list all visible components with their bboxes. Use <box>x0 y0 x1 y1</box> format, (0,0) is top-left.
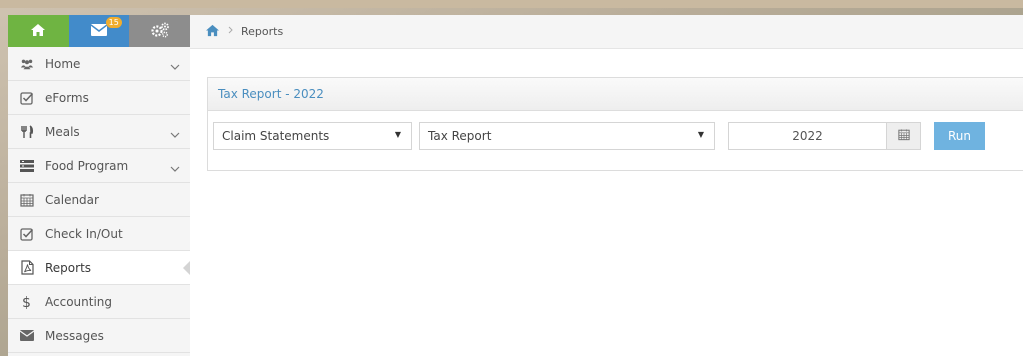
sidebar-item-food-program[interactable]: Food Program <box>8 149 190 183</box>
sidebar: 15 Home eForms Meals Food Program Calend… <box>8 15 191 356</box>
unread-count-badge: 15 <box>105 17 122 28</box>
calendar-icon <box>897 128 910 144</box>
chevron-down-icon <box>170 127 180 141</box>
settings-shortcut-button[interactable] <box>129 15 191 47</box>
sidebar-item-label: Food Program <box>45 158 129 173</box>
chevron-down-icon <box>170 59 180 73</box>
sidebar-item-accounting[interactable]: $ Accounting <box>8 285 190 319</box>
report-type-select[interactable]: Tax Report ▼ <box>419 122 715 150</box>
report-category-value: Claim Statements <box>222 129 330 143</box>
sidebar-item-label: Home <box>45 56 81 71</box>
widget-header: Tax Report - 2022 <box>208 78 1023 111</box>
shortcut-buttons: 15 <box>8 15 191 47</box>
sidebar-item-home[interactable]: Home <box>8 47 190 81</box>
cutlery-icon <box>20 124 34 139</box>
envelope-icon <box>90 23 108 39</box>
sidebar-item-label: Messages <box>45 328 104 343</box>
sidebar-item-calendar[interactable]: Calendar <box>8 183 190 217</box>
home-shortcut-button[interactable] <box>8 15 69 47</box>
widget-title: Tax Report - 2022 <box>218 87 324 101</box>
year-value: 2022 <box>792 129 823 143</box>
check-square-icon <box>20 227 34 241</box>
report-category-select[interactable]: Claim Statements ▼ <box>213 122 412 150</box>
breadcrumb: Reports <box>190 15 1023 49</box>
caret-down-icon: ▼ <box>697 130 704 139</box>
main-content: Reports Tax Report - 2022 Claim Statemen… <box>190 15 1023 356</box>
sidebar-item-label: Check In/Out <box>45 226 123 241</box>
pdf-file-icon <box>20 260 34 275</box>
sidebar-item-meals[interactable]: Meals <box>8 115 190 149</box>
svg-text:$: $ <box>22 295 31 310</box>
sidebar-item-label: Reports <box>45 260 92 275</box>
breadcrumb-current: Reports <box>241 25 284 38</box>
users-icon <box>20 57 34 71</box>
report-form: Claim Statements ▼ Tax Report ▼ 2022 Run <box>208 111 1023 169</box>
chevron-down-icon <box>170 161 180 175</box>
sidebar-item-label: eForms <box>45 90 89 105</box>
report-type-value: Tax Report <box>428 129 492 143</box>
sidebar-item-label: Calendar <box>45 192 99 207</box>
sidebar-item-reports[interactable]: Reports <box>8 251 191 285</box>
chevron-right-icon <box>228 26 233 37</box>
home-icon <box>30 23 46 40</box>
home-icon[interactable] <box>205 24 220 40</box>
run-button[interactable]: Run <box>934 122 985 150</box>
sidebar-item-label: Meals <box>45 124 80 139</box>
top-background-strip <box>0 0 1023 8</box>
envelope-icon <box>20 329 34 343</box>
tax-report-widget: Tax Report - 2022 Claim Statements ▼ Tax… <box>207 77 1023 171</box>
sidebar-item-eforms[interactable]: eForms <box>8 81 190 115</box>
sidebar-item-messages[interactable]: Messages <box>8 319 190 353</box>
messages-shortcut-button[interactable]: 15 <box>68 15 130 47</box>
list-icon <box>20 159 34 173</box>
year-picker-button[interactable] <box>887 122 921 150</box>
dollar-icon: $ <box>20 295 34 310</box>
gears-icon <box>150 22 170 41</box>
sidebar-item-check-in-out[interactable]: Check In/Out <box>8 217 190 251</box>
sidebar-menu: Home eForms Meals Food Program Calendar … <box>8 47 191 353</box>
sidebar-item-label: Accounting <box>45 294 113 309</box>
year-input[interactable]: 2022 <box>728 122 887 150</box>
calendar-icon <box>20 193 34 207</box>
check-square-icon <box>20 91 34 105</box>
caret-down-icon: ▼ <box>394 130 401 139</box>
